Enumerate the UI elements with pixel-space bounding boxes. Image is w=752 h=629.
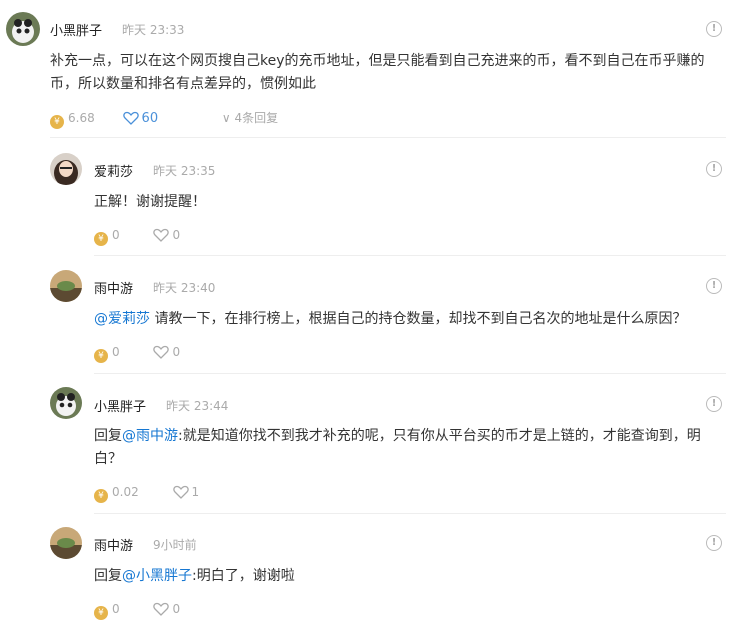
comment-actions: ¥6.68 60 ∨ 4条回复 [50, 109, 278, 129]
report-icon[interactable]: ! [706, 278, 722, 294]
coin-reward[interactable]: ¥0 [94, 345, 120, 363]
divider [94, 373, 726, 374]
heart-icon [153, 345, 170, 359]
comment-text: @爱莉莎 请教一下，在排行榜上，根据自己的持仓数量，却找不到自己名次的地址是什么… [94, 311, 687, 327]
chevron-down-icon: ∨ [221, 111, 231, 125]
comment-time: 昨天 23:33 [122, 23, 185, 37]
heart-icon [153, 602, 170, 616]
coin-icon: ¥ [94, 489, 108, 503]
coin-reward[interactable]: ¥0 [94, 602, 120, 620]
comment-text: 回复@小黑胖子:明白了，谢谢啦 [94, 568, 295, 584]
comment-time: 9小时前 [153, 538, 197, 552]
coin-icon: ¥ [94, 349, 108, 363]
coin-reward[interactable]: ¥6.68 [50, 111, 95, 129]
report-icon[interactable]: ! [706, 396, 722, 412]
comment-time: 昨天 23:40 [153, 281, 216, 295]
coin-icon: ¥ [94, 606, 108, 620]
like-button[interactable]: 0 [153, 345, 180, 359]
avatar[interactable] [50, 387, 82, 419]
coin-icon: ¥ [50, 115, 64, 129]
divider [50, 137, 726, 138]
like-button[interactable]: 0 [153, 228, 180, 242]
comment-time: 昨天 23:35 [153, 164, 216, 178]
avatar[interactable] [6, 12, 40, 46]
comment-text: 正解！谢谢提醒！ [94, 194, 206, 210]
user-name[interactable]: 雨中游 [94, 535, 133, 554]
avatar[interactable] [50, 527, 82, 559]
divider [94, 255, 726, 256]
like-button[interactable]: 60 [122, 111, 162, 126]
replies-toggle[interactable]: ∨ 4条回复 [222, 111, 278, 125]
report-icon[interactable]: ! [706, 21, 722, 37]
user-name[interactable]: 爱莉莎 [94, 161, 133, 180]
coin-icon: ¥ [94, 232, 108, 246]
comment-actions: ¥0 0 [94, 228, 180, 246]
report-icon[interactable]: ! [706, 161, 722, 177]
user-name[interactable]: 雨中游 [94, 278, 133, 297]
like-button[interactable]: 0 [153, 602, 180, 616]
mention-link[interactable]: @雨中游 [122, 428, 178, 444]
comment-actions: ¥0.02 1 [94, 485, 199, 503]
avatar[interactable] [50, 270, 82, 302]
mention-link[interactable]: @小黑胖子 [122, 568, 192, 584]
report-icon[interactable]: ! [706, 535, 722, 551]
coin-reward[interactable]: ¥0 [94, 228, 120, 246]
like-button[interactable]: 1 [172, 485, 199, 499]
comment-text: 回复@雨中游:就是知道你找不到我才补充的呢，只有你从平台买的币才是上链的，才能查… [94, 428, 701, 467]
comment-time: 昨天 23:44 [166, 399, 229, 413]
mention-link[interactable]: @爱莉莎 [94, 311, 150, 327]
heart-icon [153, 228, 170, 242]
comment-text: 补充一点，可以在这个网页搜自己key的充币地址，但是只能看到自己充进来的币，看不… [50, 53, 705, 92]
avatar[interactable] [50, 153, 82, 185]
comment-actions: ¥0 0 [94, 602, 180, 620]
heart-icon [172, 485, 189, 499]
user-name[interactable]: 小黑胖子 [50, 20, 102, 39]
heart-icon [122, 111, 139, 125]
coin-reward[interactable]: ¥0.02 [94, 485, 139, 503]
user-name[interactable]: 小黑胖子 [94, 396, 146, 415]
divider [94, 513, 726, 514]
comment-actions: ¥0 0 [94, 345, 180, 363]
